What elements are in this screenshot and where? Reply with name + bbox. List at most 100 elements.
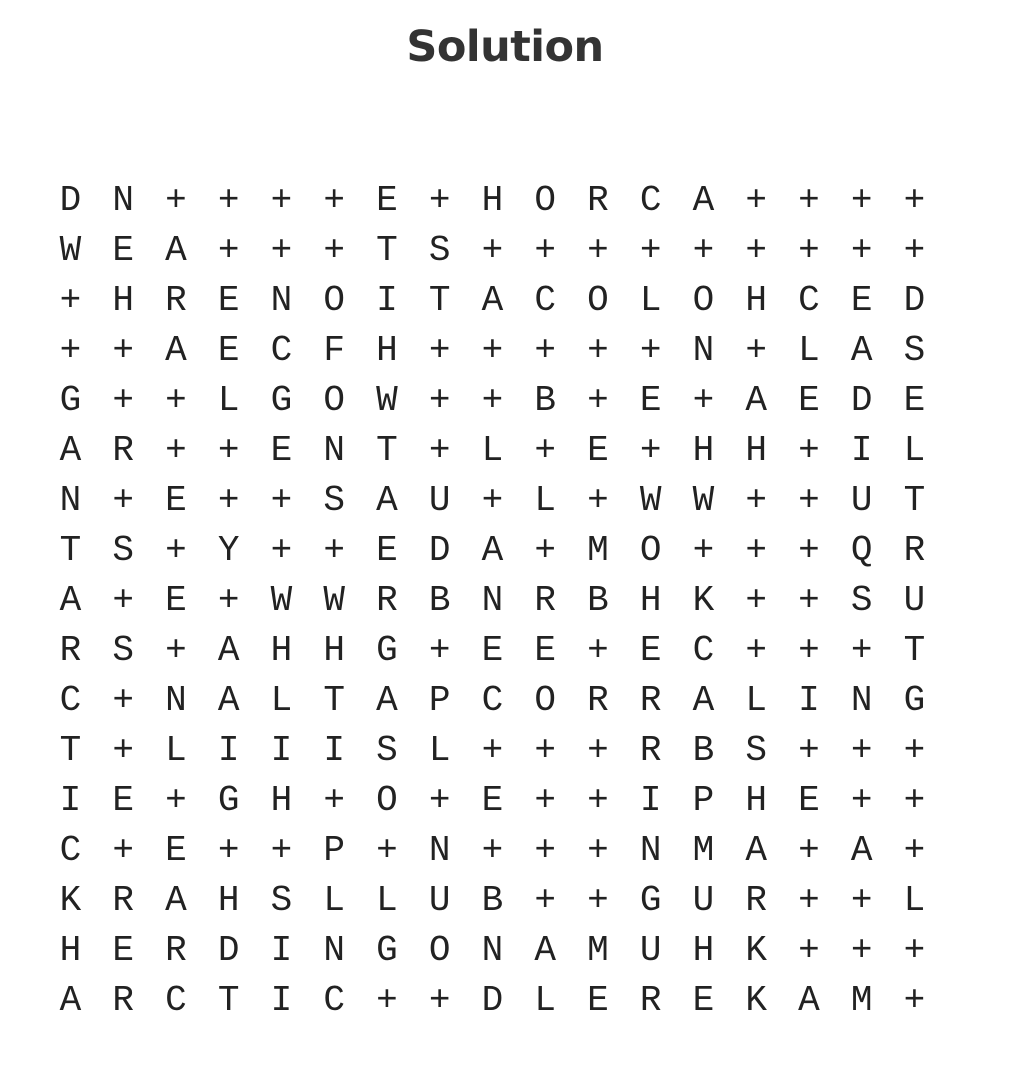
grid-cell: + (903, 980, 926, 1021)
grid-cell: + (903, 230, 926, 271)
grid-cell: + (587, 480, 609, 521)
grid-cell: A (534, 930, 556, 971)
grid-cell: R (587, 180, 609, 221)
grid-cell: L (481, 430, 504, 471)
grid-cell: W (270, 580, 293, 621)
grid-cell: E (376, 530, 398, 571)
grid-cell: E (376, 180, 398, 221)
grid-cell: S (376, 730, 398, 771)
grid-cell: R (745, 880, 767, 921)
grid-cell: S (745, 730, 767, 771)
grid-cell: + (217, 180, 240, 221)
grid-cell: + (217, 480, 240, 521)
grid-cell: + (534, 880, 556, 921)
grid-cell: + (639, 330, 662, 371)
grid-cell: + (798, 530, 820, 571)
grid-cell: + (112, 830, 134, 871)
grid-cell: B (428, 580, 451, 621)
grid-cell: C (59, 680, 82, 721)
grid-cell: Q (850, 530, 873, 571)
grid-cell: H (323, 630, 345, 671)
grid-cell: + (481, 730, 504, 771)
grid-cell: M (587, 530, 609, 571)
grid-cell: L (428, 730, 451, 771)
grid-cell: + (850, 630, 873, 671)
grid-cell: R (639, 680, 662, 721)
grid-cell: P (323, 830, 345, 871)
grid-cell: + (745, 530, 767, 571)
grid-cell: + (165, 380, 187, 421)
grid-cell: + (481, 480, 504, 521)
grid-cell: O (587, 280, 609, 321)
grid-cell: L (165, 730, 187, 771)
grid-cell: + (903, 730, 926, 771)
grid-cell: M (850, 980, 873, 1021)
grid-cell: O (323, 280, 345, 321)
grid-cell: + (745, 480, 767, 521)
grid-cell: + (692, 530, 715, 571)
grid-cell: G (639, 880, 662, 921)
grid-cell: + (270, 530, 293, 571)
grid-cell: I (850, 430, 873, 471)
grid-cell: L (903, 430, 926, 471)
grid-cell: W (692, 480, 715, 521)
grid-cell: S (903, 330, 926, 371)
grid-cell: + (428, 430, 451, 471)
grid-cell: T (376, 430, 398, 471)
grid-cell: + (323, 180, 345, 221)
grid-cell: N (481, 930, 504, 971)
grid-cell: E (165, 830, 187, 871)
grid-cell: I (639, 780, 662, 821)
grid-cell: + (745, 180, 767, 221)
grid-cell: A (59, 430, 82, 471)
grid-cell: I (376, 280, 398, 321)
grid-cell: D (217, 930, 240, 971)
grid-cell: + (850, 930, 873, 971)
grid-cell: O (376, 780, 398, 821)
grid-cell: + (428, 380, 451, 421)
grid-cell: C (270, 330, 293, 371)
grid-cell: E (692, 980, 715, 1021)
grid-cell: M (692, 830, 715, 871)
grid-cell: N (59, 480, 82, 521)
grid-cell: W (639, 480, 662, 521)
grid-cell: + (481, 330, 504, 371)
grid-cell: + (903, 180, 926, 221)
grid-cell: R (639, 730, 662, 771)
grid-cell: C (59, 830, 82, 871)
grid-cell: H (376, 330, 398, 371)
grid-cell: E (112, 930, 134, 971)
grid-cell: N (165, 680, 187, 721)
grid-cell: R (165, 280, 187, 321)
grid-cell: N (692, 330, 715, 371)
grid-cell: R (639, 980, 662, 1021)
grid-cell: P (428, 680, 451, 721)
grid-cell: E (639, 380, 662, 421)
grid-cell: + (165, 630, 187, 671)
grid-cell: N (270, 280, 293, 321)
grid-cell: E (481, 780, 504, 821)
grid-cell: B (481, 880, 504, 921)
grid-cell: + (798, 230, 820, 271)
grid-cell: R (534, 580, 556, 621)
grid-cell: E (798, 780, 820, 821)
grid-cell: A (59, 580, 82, 621)
grid-cell: S (112, 630, 134, 671)
grid-cell: + (798, 480, 820, 521)
grid-cell: C (692, 630, 715, 671)
grid-cell: A (59, 980, 82, 1021)
grid-cell: + (428, 330, 451, 371)
grid-cell: A (745, 380, 767, 421)
grid-cell: + (534, 730, 556, 771)
page-title: Solution (406, 22, 604, 72)
grid-cell: L (376, 880, 398, 921)
grid-cell: A (376, 680, 398, 721)
grid-cell: H (639, 580, 662, 621)
grid-cell: E (798, 380, 820, 421)
grid-cell: R (587, 680, 609, 721)
grid-cell: + (587, 230, 609, 271)
grid-cell: E (217, 280, 240, 321)
grid-cell: L (217, 380, 240, 421)
grid-cell: L (323, 880, 345, 921)
grid-cell: S (428, 230, 451, 271)
